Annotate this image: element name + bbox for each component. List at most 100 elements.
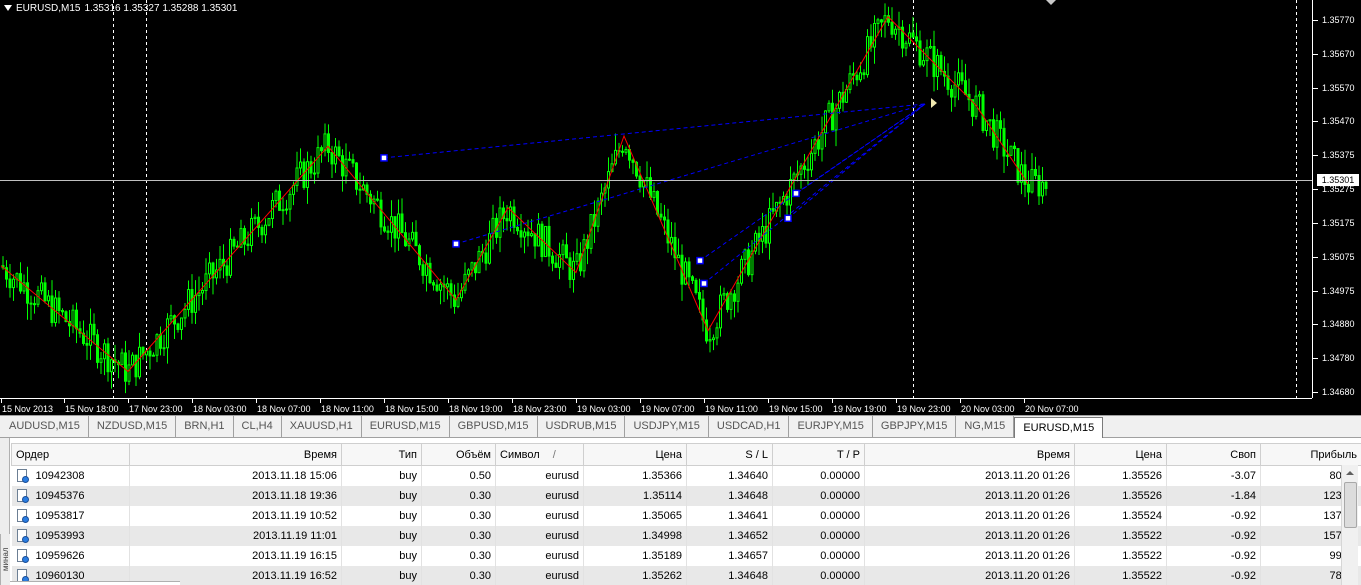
bull-candle [288,193,292,210]
chart-tab[interactable]: AUDUSD,M15 [1,416,89,437]
bear-candle [379,199,383,228]
bear-candle [1013,145,1016,150]
column-header-volume[interactable]: Объём [421,443,496,466]
order-row[interactable]: 10953993 2013.11.19 11:01 buy 0.30 eurusd 1.3… [11,525,1361,546]
order-number: 10942308 [35,469,85,482]
bear-candle [313,172,316,175]
bull-candle [47,295,50,302]
cell-type: buy [341,465,422,486]
order-number: 10953817 [35,509,85,522]
chart-tab[interactable]: EURUSD,M15 [361,416,450,437]
chart-tab[interactable]: NZDUSD,M15 [88,416,177,437]
bull-candle [197,292,201,297]
cell-swap: -0.92 [1166,545,1261,566]
cell-volume: 0.30 [421,565,496,585]
bull-candle [71,309,75,327]
column-header-close-price[interactable]: Цена [1074,443,1167,466]
bull-candle [866,36,869,76]
chart-menu-icon[interactable] [3,4,12,13]
order-row[interactable]: 10942308 2013.11.18 15:06 buy 0.50 eurusd 1.3… [11,465,1361,486]
scroll-up-arrow-icon[interactable] [1342,465,1359,482]
order-cell-content: 10959626 [16,548,126,563]
chart-tab[interactable]: USDJPY,M15 [625,416,709,437]
price-axis-label: 1.34880 [1322,319,1355,330]
bear-candle [915,36,918,42]
price-axis-tick [1313,189,1318,191]
price-axis-tick [1313,53,1318,55]
buy-order-icon [16,468,30,483]
bull-candle [978,94,981,97]
chart-tab[interactable]: EURJPY,M15 [789,416,873,437]
chart-tab[interactable]: NG,M15 [956,416,1015,437]
chart-shift-marker-icon[interactable] [1046,0,1056,6]
bull-candle [488,233,491,264]
cell-sl: 1.34657 [686,545,773,566]
scrollbar-thumb[interactable] [1344,482,1357,528]
order-open-marker [452,240,460,248]
chart-tab[interactable]: BRN,H1 [176,416,234,437]
chart-tab-active[interactable]: EURUSD,M15 [1014,417,1104,438]
chart-tab[interactable]: XAUUSD,H1 [281,416,362,437]
order-row[interactable]: 10960130 2013.11.19 16:52 buy 0.30 eurusd 1.3… [11,565,1361,585]
bear-candle [547,225,551,257]
chart-tab[interactable]: USDCAD,H1 [708,416,790,437]
column-header-profit[interactable]: Прибыль [1260,443,1361,466]
column-header-swap[interactable]: Своп [1166,443,1261,466]
column-header-sl[interactable]: S / L [686,443,773,466]
bear-candle [421,264,425,276]
column-header-symbol[interactable]: Символ / [495,443,584,466]
price-axis-tick [1313,392,1318,393]
bear-candle [383,226,386,232]
column-header-tp[interactable]: T / P [772,443,865,466]
cell-open-time: 2013.11.18 19:36 [129,485,342,506]
column-header-symbol-label: Символ [500,448,540,461]
order-number: 10945376 [35,489,85,502]
bull-candle [957,72,960,86]
bull-candle [995,120,999,148]
bear-candle [358,188,362,191]
bear-candle [880,19,883,23]
bull-candle [719,294,722,329]
column-header-price[interactable]: Цена [583,443,687,466]
cell-swap: -0.92 [1166,525,1261,546]
order-row[interactable]: 10959626 2013.11.19 16:15 buy 0.30 eurusd 1.3… [11,545,1361,566]
chart-tab[interactable]: GBPJPY,M15 [872,416,957,437]
chart-tab[interactable]: CL,H4 [233,416,282,437]
bear-candle [43,282,47,302]
cell-sl: 1.34648 [686,565,773,585]
candlestick-plot[interactable] [0,0,1312,398]
bear-candle [428,262,432,284]
price-chart[interactable]: EURUSD,M15 1.35316 1.35327 1.35288 1.353… [0,0,1361,415]
buy-order-icon [16,508,30,523]
bull-candle [390,216,393,233]
terminal-side-label[interactable]: минал [0,534,10,585]
column-header-order[interactable]: Ордер [11,443,130,466]
zigzag-line [0,15,1029,373]
trade-link-line [787,103,926,219]
bear-candle [806,168,810,171]
bull-candle [12,278,15,289]
price-axis-tick [1313,256,1318,258]
table-scrollbar[interactable] [1341,465,1358,585]
bear-candle [435,284,439,291]
bear-candle [960,72,964,82]
bull-candle [138,346,141,378]
column-header-open-time[interactable]: Время [129,443,342,466]
cell-price: 1.35065 [583,505,687,526]
bear-candle [1027,183,1030,193]
cell-symbol: eurusd [495,565,584,585]
bear-candle [691,276,694,281]
price-axis[interactable]: 1.35770 1.35670 1.35570 1.35470 1.35375 1.352… [1312,0,1361,398]
price-axis-label: 1.35175 [1322,217,1355,228]
time-axis-label: 20 Nov 03:00 [961,404,1015,414]
cell-tp: 0.00000 [772,525,865,546]
chart-tab[interactable]: GBPUSD,M15 [449,416,538,437]
column-header-close-time[interactable]: Время [864,443,1075,466]
order-row[interactable]: 10945376 2013.11.18 19:36 buy 0.30 eurusd 1.3… [11,485,1361,506]
order-row[interactable]: 10953817 2013.11.19 10:52 buy 0.30 eurusd 1.3… [11,505,1361,526]
column-header-type[interactable]: Тип [341,443,422,466]
bull-candle [712,337,715,341]
chart-tab[interactable]: USDRUB,M15 [537,416,626,437]
cell-order: 10953993 [11,525,130,546]
time-axis[interactable]: 15 Nov 2013 15 Nov 18:00 17 Nov 23:00 18 No… [0,398,1312,415]
